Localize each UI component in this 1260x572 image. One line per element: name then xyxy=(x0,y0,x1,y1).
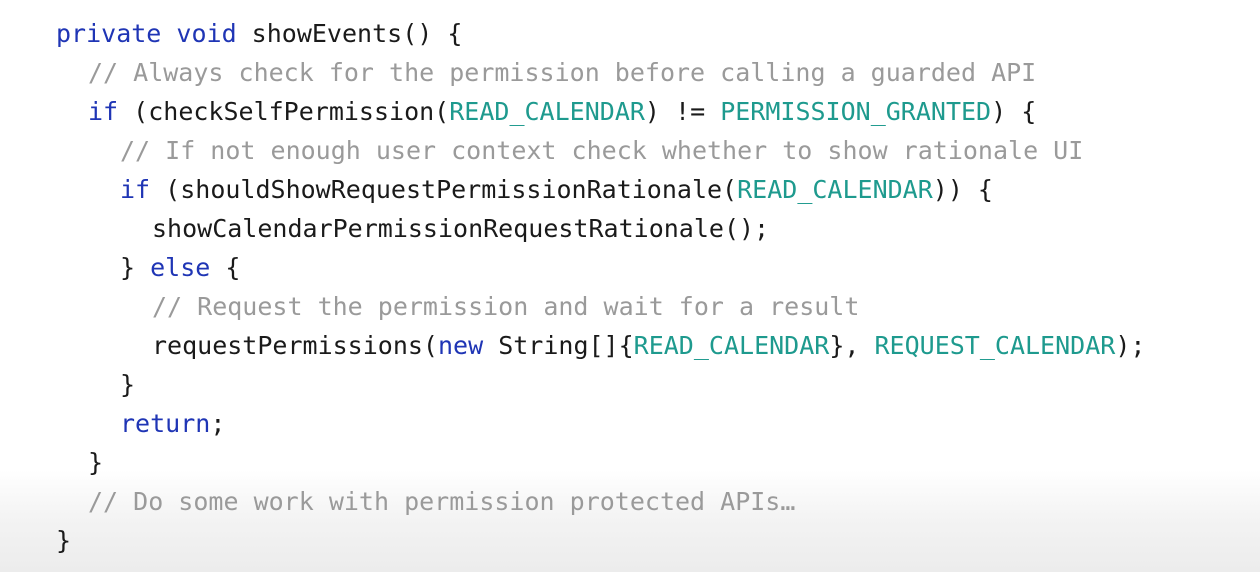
text-token: ) { xyxy=(991,97,1037,126)
text-token: } xyxy=(120,253,151,282)
code-line: showCalendarPermissionRequestRationale()… xyxy=(56,209,1145,248)
text-token: (shouldShowRequestPermissionRationale( xyxy=(150,175,738,204)
comment-token: // Request the permission and wait for a… xyxy=(152,292,860,321)
code-line: } xyxy=(56,365,1145,404)
code-slide: private void showEvents() { // Always che… xyxy=(0,0,1260,572)
comment-token: // If not enough user context check whet… xyxy=(120,136,1084,165)
constant-token: REQUEST_CALENDAR xyxy=(874,331,1116,360)
code-line: requestPermissions(new String[]{READ_CAL… xyxy=(56,326,1145,365)
code-line: if (shouldShowRequestPermissionRationale… xyxy=(56,170,1145,209)
code-comment-line: // Do some work with permission protecte… xyxy=(56,482,1145,521)
code-line: if (checkSelfPermission(READ_CALENDAR) !… xyxy=(56,92,1145,131)
code-line: } xyxy=(56,443,1145,482)
text-token: (checkSelfPermission( xyxy=(118,97,450,126)
text-token: showCalendarPermissionRequestRationale()… xyxy=(152,214,770,243)
code-line: private void showEvents() { xyxy=(56,14,1145,53)
comment-token: // Do some work with permission protecte… xyxy=(88,487,796,516)
code-comment-line: // Request the permission and wait for a… xyxy=(56,287,1145,326)
keyword-token: return xyxy=(120,409,211,438)
code-line: } xyxy=(56,521,1145,560)
constant-token: READ_CALENDAR xyxy=(449,97,645,126)
keyword-token: if xyxy=(88,97,119,126)
text-token: } xyxy=(88,448,104,477)
code-block: private void showEvents() { // Always che… xyxy=(56,14,1145,560)
constant-token: READ_CALENDAR xyxy=(737,175,933,204)
text-token: ) != xyxy=(644,97,721,126)
text-token: } xyxy=(56,526,72,555)
text-token: ); xyxy=(1115,331,1146,360)
keyword-token: if xyxy=(120,175,151,204)
text-token: String[]{ xyxy=(483,331,634,360)
text-token: }, xyxy=(829,331,875,360)
text-token: ; xyxy=(210,409,226,438)
code-line: return; xyxy=(56,404,1145,443)
text-token: requestPermissions( xyxy=(152,331,438,360)
keyword-token: else xyxy=(150,253,211,282)
code-comment-line: // If not enough user context check whet… xyxy=(56,131,1145,170)
code-line: } else { xyxy=(56,248,1145,287)
keyword-token: new xyxy=(437,331,484,360)
text-token: { xyxy=(210,253,241,282)
code-comment-line: // Always check for the permission befor… xyxy=(56,53,1145,92)
keyword-token: private void xyxy=(56,19,237,48)
constant-token: PERMISSION_GRANTED xyxy=(720,97,992,126)
text-token: )) { xyxy=(932,175,993,204)
text-token: } xyxy=(120,370,136,399)
constant-token: READ_CALENDAR xyxy=(633,331,830,360)
comment-token: // Always check for the permission befor… xyxy=(88,58,1037,87)
text-token: showEvents() { xyxy=(236,19,463,48)
